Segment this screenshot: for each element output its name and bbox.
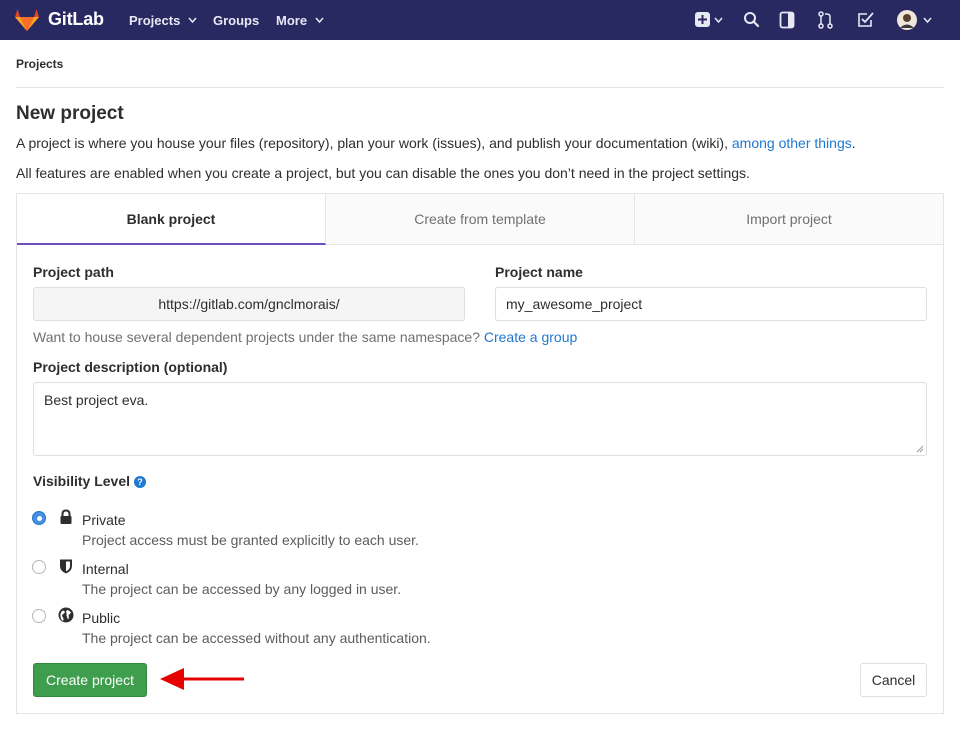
nav-groups[interactable]: Groups [213,13,259,28]
description-value: Best project eva. [44,392,149,408]
nav-more-label: More [276,13,308,28]
merge-request-icon [818,11,833,29]
user-menu[interactable] [896,10,936,30]
intro-text: A project is where you house your files … [16,135,856,151]
cancel-button[interactable]: Cancel [860,663,927,697]
intro-text-body: A project is where you house your files … [16,135,732,151]
tab-import-project[interactable]: Import project [635,194,943,245]
visibility-internal-title: Internal [82,561,129,577]
visibility-level-text: Visibility Level [33,473,131,489]
visibility-private-desc: Project access must be granted explicitl… [82,532,419,548]
todos-button[interactable] [856,10,876,30]
shield-icon [60,559,72,574]
red-arrow-annotation-icon [160,668,244,690]
description-label: Project description (optional) [33,359,228,375]
search-button[interactable] [742,10,762,30]
sidebar-icon [779,11,795,29]
issues-button[interactable] [778,10,798,30]
header-divider [16,87,944,88]
project-tabs: Blank project Create from template Impor… [16,193,944,245]
chevron-down-icon [188,17,197,23]
nav-more[interactable]: More [276,13,324,28]
project-name-label: Project name [495,264,583,280]
chevron-down-icon [315,17,324,23]
lock-icon [60,509,72,524]
plus-square-icon [695,12,723,27]
search-icon [744,12,760,28]
intro-text-end: . [851,135,856,151]
visibility-public-title: Public [82,610,121,626]
visibility-private-radio[interactable] [32,511,46,525]
visibility-level-label: Visibility Level? [33,473,147,489]
question-circle-icon[interactable]: ? [134,476,147,488]
among-other-things-link[interactable]: among other things [732,135,852,151]
globe-icon [58,607,74,623]
resize-handle-icon[interactable] [916,445,924,453]
nav-groups-label: Groups [213,13,260,28]
description-textarea[interactable]: Best project eva. [33,382,927,456]
visibility-internal-desc: The project can be accessed by any logge… [82,581,402,597]
tab-blank-project[interactable]: Blank project [17,194,326,245]
features-text: All features are enabled when you create… [16,165,750,181]
project-path-label: Project path [33,264,114,280]
avatar [897,10,932,30]
top-navbar: GitLab Projects Groups More [0,0,960,40]
project-name-input[interactable]: my_awesome_project [495,287,927,321]
breadcrumb-projects[interactable]: Projects [16,57,63,71]
gitlab-brand[interactable]: GitLab [48,9,104,30]
gitlab-logo-icon[interactable] [14,8,40,32]
visibility-public-desc: The project can be accessed without any … [82,630,431,646]
project-path-field: https://gitlab.com/gnclmorais/ [33,287,465,321]
visibility-private-title: Private [82,512,126,528]
create-project-button[interactable]: Create project [33,663,147,697]
visibility-public-radio[interactable] [32,609,46,623]
todo-check-icon [858,12,874,27]
create-group-link[interactable]: Create a group [484,329,577,345]
new-dropdown[interactable] [694,10,726,30]
visibility-internal-radio[interactable] [32,560,46,574]
merge-requests-button[interactable] [816,10,836,30]
page-title: New project [16,103,124,124]
nav-projects-label: Projects [129,13,181,28]
tab-create-from-template[interactable]: Create from template [326,194,635,245]
group-help-body: Want to house several dependent projects… [33,329,484,345]
nav-projects[interactable]: Projects [129,13,197,28]
group-help-text: Want to house several dependent projects… [33,329,577,345]
